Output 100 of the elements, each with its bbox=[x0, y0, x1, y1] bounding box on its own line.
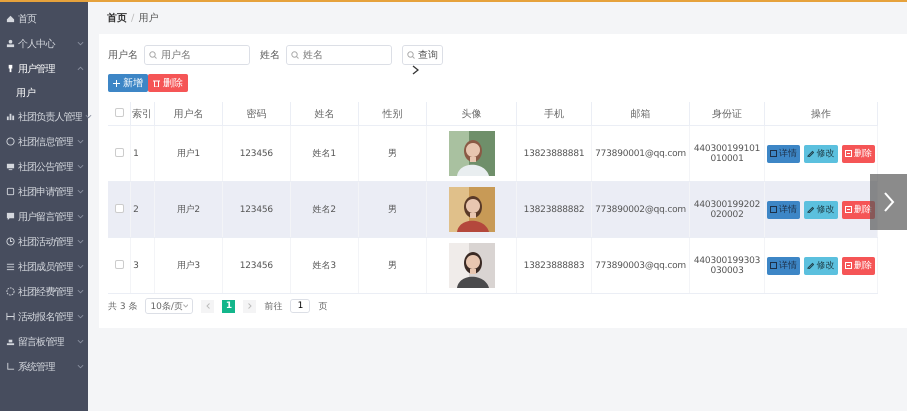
search-icon bbox=[407, 51, 415, 59]
menu-item-icon bbox=[6, 212, 15, 221]
edit-button[interactable]: 修改 bbox=[804, 144, 838, 162]
menu-item-icon bbox=[6, 287, 15, 296]
edit-button[interactable]: 修改 bbox=[804, 200, 838, 218]
sidebar-item[interactable]: 社团信息管理 bbox=[0, 129, 88, 154]
edit-icon bbox=[807, 150, 814, 157]
checkbox[interactable] bbox=[114, 148, 124, 156]
search-field[interactable]: 姓名 bbox=[286, 45, 392, 65]
edit-icon bbox=[807, 262, 814, 269]
sidebar-item[interactable]: 社团负责人管理 bbox=[0, 104, 88, 129]
sidebar-item[interactable]: 活动报名管理 bbox=[0, 304, 88, 329]
submenu-item[interactable]: 用户 bbox=[0, 81, 88, 104]
sidebar-item[interactable]: 社团成员管理 bbox=[0, 254, 88, 279]
detail-button[interactable]: 详情 bbox=[766, 200, 800, 218]
trash-icon bbox=[153, 80, 160, 86]
menu-item-icon bbox=[6, 14, 15, 23]
field-label: 姓名 bbox=[260, 49, 280, 62]
column-header: 性别 bbox=[382, 108, 402, 120]
menu-item-icon bbox=[6, 312, 15, 321]
delete-button[interactable]: 删除 bbox=[148, 74, 188, 92]
table-cell: 姓名3 bbox=[312, 261, 336, 271]
table-cell: 姓名1 bbox=[312, 149, 336, 159]
prev-page-button[interactable] bbox=[201, 300, 214, 312]
column-header: 索引 bbox=[132, 108, 152, 120]
sidebar-item[interactable]: 首页 bbox=[0, 6, 88, 31]
delete-icon bbox=[844, 206, 852, 213]
column-header: 密码 bbox=[246, 108, 266, 120]
goto-label: 前往 bbox=[264, 300, 282, 312]
table-cell: 3 bbox=[133, 260, 139, 270]
sidebar-item[interactable]: 个人中心 bbox=[0, 31, 88, 56]
delete-button[interactable]: 删除 bbox=[842, 256, 875, 274]
chevron-icon bbox=[77, 263, 84, 270]
table-cell: 123456 bbox=[240, 148, 273, 158]
table-cell: 440300199101010001 bbox=[694, 144, 760, 164]
chevron-icon bbox=[77, 338, 84, 345]
detail-icon bbox=[770, 206, 777, 213]
chevron-icon bbox=[77, 40, 84, 47]
detail-button[interactable]: 详情 bbox=[766, 256, 800, 274]
chevron-icon bbox=[77, 288, 84, 295]
checkbox[interactable] bbox=[114, 204, 124, 212]
next-page-button[interactable] bbox=[243, 300, 256, 312]
table-cell: 男 bbox=[388, 261, 397, 271]
plus-icon bbox=[113, 80, 120, 86]
column-header: 手机 bbox=[544, 108, 564, 120]
menu-item-icon bbox=[6, 64, 15, 73]
table-cell: 773890002@qq.com bbox=[595, 204, 686, 214]
chevron-icon bbox=[77, 213, 84, 220]
breadcrumb-separator: / bbox=[131, 12, 134, 24]
total-count: 共 3 条 bbox=[108, 300, 138, 312]
edit-button[interactable]: 修改 bbox=[804, 256, 838, 274]
sidebar-item[interactable]: 社团公告管理 bbox=[0, 154, 88, 179]
sidebar-item[interactable]: 社团申请管理 bbox=[0, 179, 88, 204]
checkbox[interactable] bbox=[114, 260, 124, 268]
breadcrumb-item[interactable]: 首页 bbox=[107, 11, 127, 25]
detail-icon bbox=[770, 150, 777, 157]
column-header: 头像 bbox=[462, 108, 482, 120]
table-cell: 用户2 bbox=[176, 205, 200, 215]
sidebar-item[interactable]: 留言板管理 bbox=[0, 329, 88, 354]
sidebar-item[interactable]: 社团经费管理 bbox=[0, 279, 88, 304]
column-header: 用户名 bbox=[173, 108, 204, 120]
field-label: 用户名 bbox=[108, 48, 138, 62]
chevron-icon bbox=[882, 191, 894, 213]
edit-icon bbox=[807, 206, 814, 213]
table-cell: 123456 bbox=[240, 204, 273, 214]
chevron-icon bbox=[77, 138, 84, 145]
table-cell: 773890001@qq.com bbox=[595, 148, 686, 158]
breadcrumb-item: 用户 bbox=[138, 12, 158, 25]
table-cell: 773890003@qq.com bbox=[595, 260, 686, 270]
menu-item-icon bbox=[6, 337, 15, 346]
menu-item-icon bbox=[6, 237, 15, 246]
table-cell: 1 bbox=[133, 148, 139, 158]
detail-icon bbox=[770, 262, 777, 269]
add-button[interactable]: 新增 bbox=[108, 74, 148, 92]
table-cell: 13823888882 bbox=[524, 204, 584, 214]
search-field[interactable]: 用户名 bbox=[144, 45, 250, 65]
chevron-icon bbox=[182, 304, 188, 308]
table-cell: 440300199303030003 bbox=[694, 256, 760, 276]
chevron-icon bbox=[77, 238, 84, 245]
chevron-icon bbox=[77, 163, 84, 170]
sidebar-item[interactable]: 系统管理 bbox=[0, 354, 88, 379]
table-cell: 用户1 bbox=[176, 149, 200, 159]
table-cell: 440300199202020002 bbox=[694, 200, 760, 220]
delete-button[interactable]: 删除 bbox=[842, 144, 875, 162]
sidebar-item[interactable]: 用户留言管理 bbox=[0, 204, 88, 229]
table-cell: 2 bbox=[133, 204, 139, 214]
delete-icon bbox=[844, 262, 852, 269]
column-header: 身份证 bbox=[712, 108, 742, 120]
sidebar-item[interactable]: 用户管理 bbox=[0, 56, 88, 81]
page-input[interactable]: 1 bbox=[290, 299, 310, 313]
chevron-icon bbox=[77, 188, 84, 195]
menu-item-icon bbox=[6, 262, 15, 271]
delete-icon bbox=[844, 150, 852, 157]
sidebar-item[interactable]: 社团活动管理 bbox=[0, 229, 88, 254]
search-button[interactable]: 查询 bbox=[402, 45, 443, 65]
chevron-icon bbox=[84, 113, 92, 120]
checkbox[interactable] bbox=[114, 108, 124, 116]
detail-button[interactable]: 详情 bbox=[766, 144, 800, 162]
page-size-select[interactable]: 10条/页 bbox=[145, 298, 194, 314]
next-arrow-button[interactable] bbox=[870, 174, 907, 230]
